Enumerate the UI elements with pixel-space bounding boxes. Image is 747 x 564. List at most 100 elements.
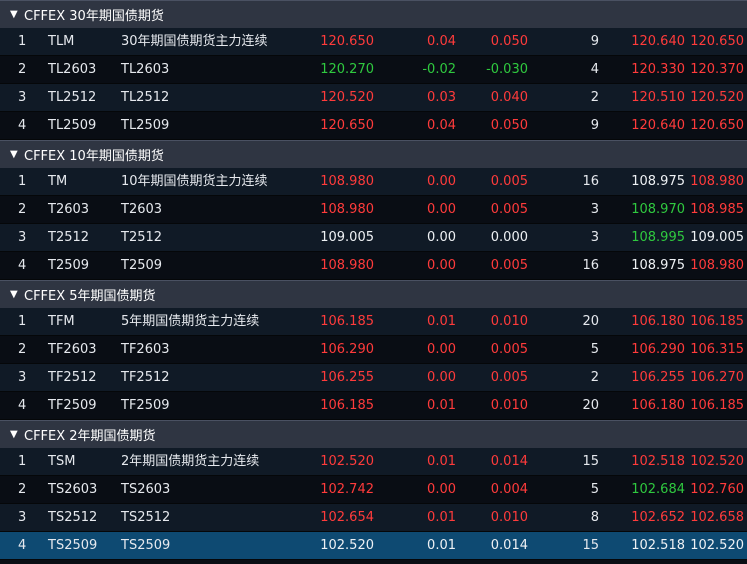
volume: 3 <box>590 230 599 245</box>
ask-price: 108.980 <box>690 174 744 189</box>
percent-change: 0.005 <box>490 370 528 385</box>
percent-change: 0.040 <box>490 90 528 105</box>
row-index: 1 <box>18 174 27 189</box>
price-change: 0.01 <box>427 510 456 525</box>
triangle-down-icon[interactable]: ▼ <box>10 289 24 300</box>
ask-price: 120.520 <box>690 90 744 105</box>
group-header[interactable]: ▼ CFFEX 30年期国债期货 <box>0 0 747 28</box>
contract-name: TF2603 <box>121 342 170 357</box>
price-change: 0.00 <box>427 482 456 497</box>
last-price: 120.270 <box>320 62 374 77</box>
row-index: 3 <box>18 90 27 105</box>
group-header[interactable]: ▼ CFFEX 10年期国债期货 <box>0 140 747 168</box>
contract-name: 5年期国债期货主力连续 <box>121 314 260 329</box>
contract-code: TF2603 <box>48 342 97 357</box>
table-row[interactable]: 4 TS2509 TS2509 102.520 0.01 0.014 15 102.518 10… <box>0 532 747 560</box>
contract-code: TF2509 <box>48 398 97 413</box>
last-price: 106.255 <box>320 370 374 385</box>
volume: 5 <box>590 342 599 357</box>
ask-price: 106.185 <box>690 398 744 413</box>
ask-price: 108.980 <box>690 258 744 273</box>
table-row[interactable]: 1 TM 10年期国债期货主力连续 108.980 0.00 0.005 16 108.975… <box>0 168 747 196</box>
volume: 9 <box>590 118 599 133</box>
row-index: 2 <box>18 62 27 77</box>
price-change: 0.01 <box>427 398 456 413</box>
contract-code: TL2512 <box>48 90 97 105</box>
table-row[interactable]: 4 TF2509 TF2509 106.185 0.01 0.010 20 106.180 10… <box>0 392 747 420</box>
volume: 20 <box>582 314 599 329</box>
row-index: 1 <box>18 314 27 329</box>
ask-price: 120.650 <box>690 118 744 133</box>
group-header[interactable]: ▼ CFFEX 5年期国债期货 <box>0 280 747 308</box>
contract-name: T2512 <box>121 230 163 245</box>
group-title: CFFEX 5年期国债期货 <box>24 289 156 304</box>
table-row[interactable]: 4 TL2509 TL2509 120.650 0.04 0.050 9 120.640 120… <box>0 112 747 140</box>
percent-change: 0.005 <box>490 174 528 189</box>
volume: 2 <box>590 90 599 105</box>
triangle-down-icon[interactable]: ▼ <box>10 429 24 440</box>
last-price: 120.650 <box>320 118 374 133</box>
last-price: 108.980 <box>320 258 374 273</box>
table-row[interactable]: 3 T2512 T2512 109.005 0.00 0.000 3 108.995 109.0… <box>0 224 747 252</box>
percent-change: 0.014 <box>490 538 528 553</box>
contract-name: T2603 <box>121 202 163 217</box>
table-row[interactable]: 2 T2603 T2603 108.980 0.00 0.005 3 108.970 108.9… <box>0 196 747 224</box>
bid-price: 108.975 <box>631 258 685 273</box>
table-row[interactable]: 1 TFM 5年期国债期货主力连续 106.185 0.01 0.010 20 106.180… <box>0 308 747 336</box>
percent-change: -0.030 <box>486 62 528 77</box>
table-row[interactable]: 3 TS2512 TS2512 102.654 0.01 0.010 8 102.652 102… <box>0 504 747 532</box>
ask-price: 102.520 <box>690 538 744 553</box>
ask-price: 106.315 <box>690 342 744 357</box>
ask-price: 108.985 <box>690 202 744 217</box>
percent-change: 0.010 <box>490 314 528 329</box>
volume: 16 <box>582 258 599 273</box>
price-change: -0.02 <box>422 62 456 77</box>
contract-code: TSM <box>48 454 76 469</box>
row-index: 4 <box>18 538 27 553</box>
ask-price: 106.185 <box>690 314 744 329</box>
bid-price: 106.180 <box>631 314 685 329</box>
last-price: 120.520 <box>320 90 374 105</box>
contract-name: TS2512 <box>121 510 171 525</box>
table-row[interactable]: 3 TF2512 TF2512 106.255 0.00 0.005 2 106.255 106… <box>0 364 747 392</box>
ask-price: 102.760 <box>690 482 744 497</box>
ask-price: 106.270 <box>690 370 744 385</box>
table-row[interactable]: 2 TL2603 TL2603 120.270 -0.02 -0.030 4 120.330 1… <box>0 56 747 84</box>
volume: 8 <box>590 510 599 525</box>
ask-price: 102.658 <box>690 510 744 525</box>
volume: 16 <box>582 174 599 189</box>
contract-code: TFM <box>48 314 75 329</box>
volume: 15 <box>582 538 599 553</box>
contract-name: TL2509 <box>121 118 170 133</box>
volume: 2 <box>590 370 599 385</box>
table-row[interactable]: 2 TF2603 TF2603 106.290 0.00 0.005 5 106.290 106… <box>0 336 747 364</box>
percent-change: 0.004 <box>490 482 528 497</box>
contract-code: TS2509 <box>48 538 98 553</box>
last-price: 106.185 <box>320 314 374 329</box>
triangle-down-icon[interactable]: ▼ <box>10 9 24 20</box>
price-change: 0.00 <box>427 174 456 189</box>
volume: 4 <box>590 62 599 77</box>
percent-change: 0.005 <box>490 258 528 273</box>
table-row[interactable]: 4 T2509 T2509 108.980 0.00 0.005 16 108.975 108.… <box>0 252 747 280</box>
percent-change: 0.005 <box>490 202 528 217</box>
contract-code: TLM <box>48 34 75 49</box>
price-change: 0.01 <box>427 314 456 329</box>
price-change: 0.01 <box>427 538 456 553</box>
group-header[interactable]: ▼ CFFEX 2年期国债期货 <box>0 420 747 448</box>
price-change: 0.03 <box>427 90 456 105</box>
table-row[interactable]: 1 TLM 30年期国债期货主力连续 120.650 0.04 0.050 9 120.640… <box>0 28 747 56</box>
ask-price: 109.005 <box>690 230 744 245</box>
table-row[interactable]: 2 TS2603 TS2603 102.742 0.00 0.004 5 102.684 102… <box>0 476 747 504</box>
price-change: 0.04 <box>427 34 456 49</box>
contract-name: TL2512 <box>121 90 170 105</box>
table-row[interactable]: 3 TL2512 TL2512 120.520 0.03 0.040 2 120.510 120… <box>0 84 747 112</box>
table-row[interactable]: 1 TSM 2年期国债期货主力连续 102.520 0.01 0.014 15 102.518… <box>0 448 747 476</box>
triangle-down-icon[interactable]: ▼ <box>10 149 24 160</box>
contract-code: TS2603 <box>48 482 98 497</box>
bid-price: 106.290 <box>631 342 685 357</box>
row-index: 2 <box>18 202 27 217</box>
volume: 3 <box>590 202 599 217</box>
bid-price: 120.640 <box>631 34 685 49</box>
last-price: 102.742 <box>320 482 374 497</box>
